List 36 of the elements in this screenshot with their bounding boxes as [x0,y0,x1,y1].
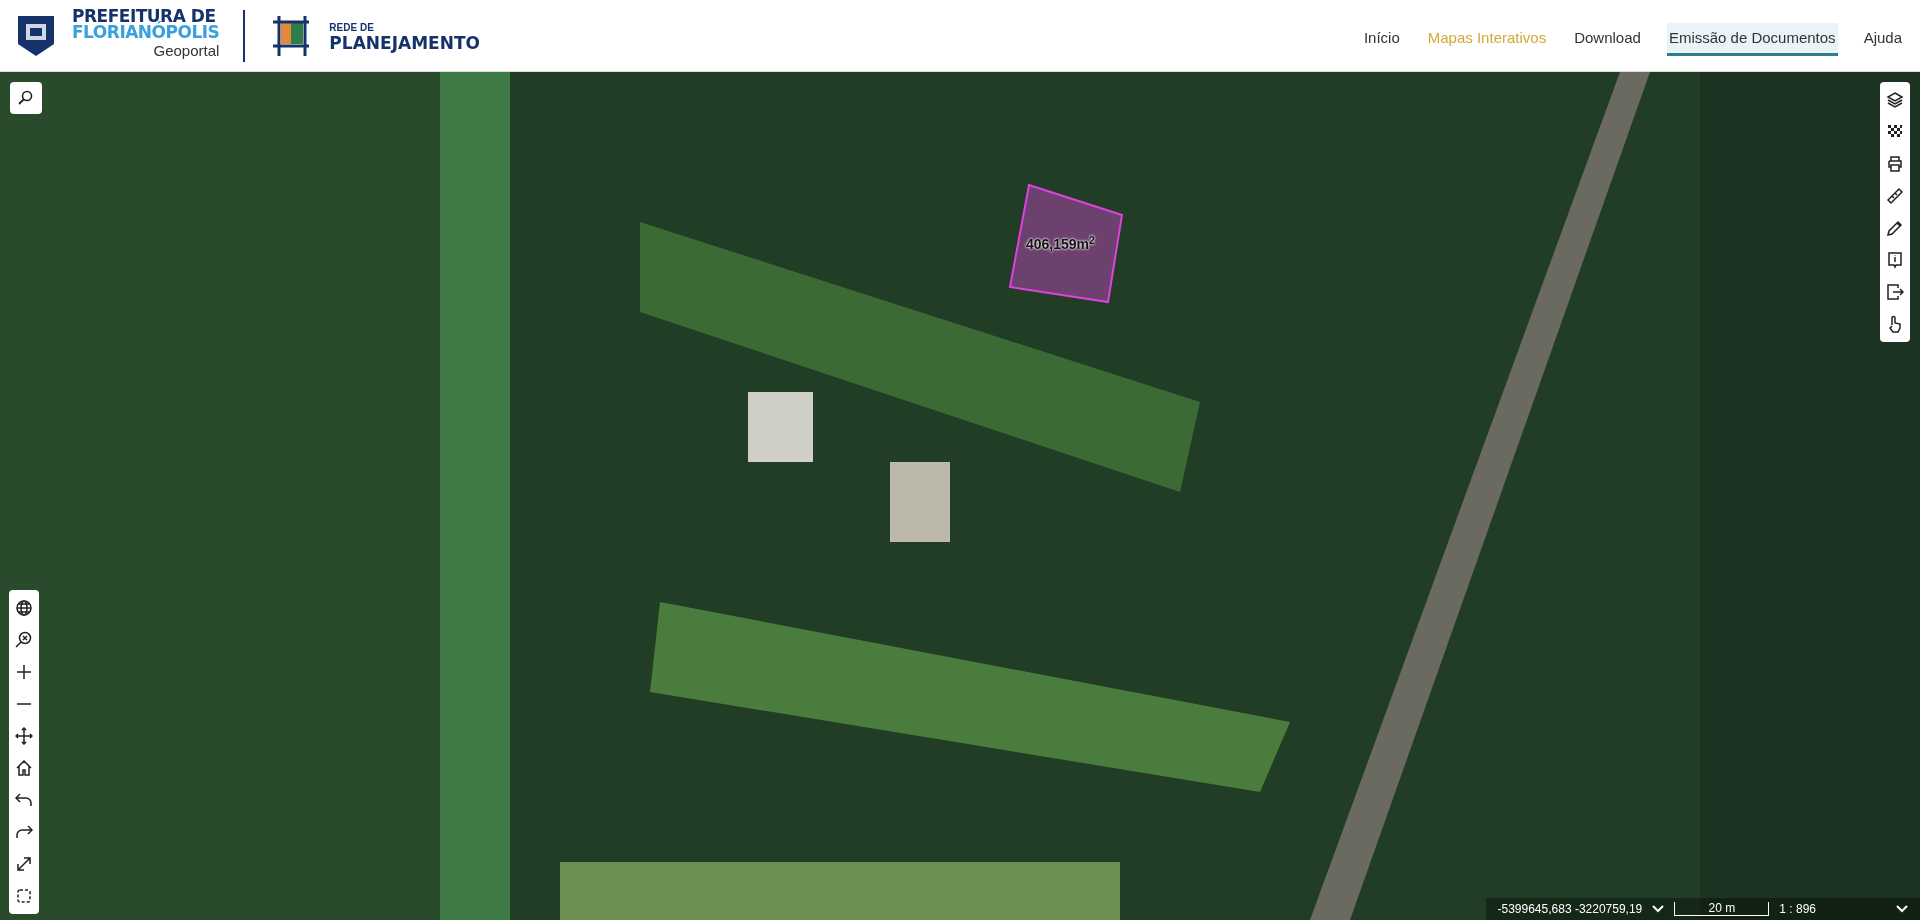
printer-icon [1886,155,1904,173]
coordinate-format-dropdown[interactable] [1652,905,1665,913]
pointing-hand-icon [1886,315,1904,333]
measured-area-polygon[interactable] [1008,183,1124,304]
search-icon [18,90,34,106]
scale-bar: 20 m [1674,902,1770,916]
home-icon [15,759,33,777]
logo-subtitle: Geoportal [152,41,220,62]
layers-icon [1886,91,1904,109]
search-button[interactable] [10,82,42,114]
nav-link[interactable]: Download [1572,22,1643,57]
coordinates-readout: -5399645,683 -3220759,19 [1497,901,1643,918]
ruler-icon [1886,187,1904,205]
chevron-down-icon [1652,905,1665,913]
globe-icon [15,599,33,617]
partner-logo-text: PLANEJAMENTO [329,35,480,51]
nav-link[interactable]: Início [1361,22,1402,57]
city-crest-icon [16,13,56,58]
undo-arrow-icon [15,791,33,809]
move-arrows-icon [15,727,33,745]
pencil-icon [1886,219,1904,237]
nav-link[interactable]: Ajuda [1861,22,1904,57]
redo-arrow-icon [15,823,33,841]
scale-dropdown[interactable] [1896,905,1908,913]
area-measurement-label: 406,159m$^{2}$ [1026,234,1095,254]
info-note-icon [1886,251,1904,269]
minus-icon [15,703,33,705]
scale-ratio: 1 : 896 [1779,901,1816,918]
chevron-down-icon [1896,905,1908,913]
dashed-selection-icon [15,887,33,905]
partner-logo-text: REDE DE [329,21,375,35]
plus-icon [15,663,33,681]
nav-link[interactable]: Emissão de Documentos [1666,22,1838,57]
diagonal-arrows-icon [15,855,33,873]
exit-arrow-icon [1886,283,1904,301]
zoom-magnifier-icon [15,631,33,649]
